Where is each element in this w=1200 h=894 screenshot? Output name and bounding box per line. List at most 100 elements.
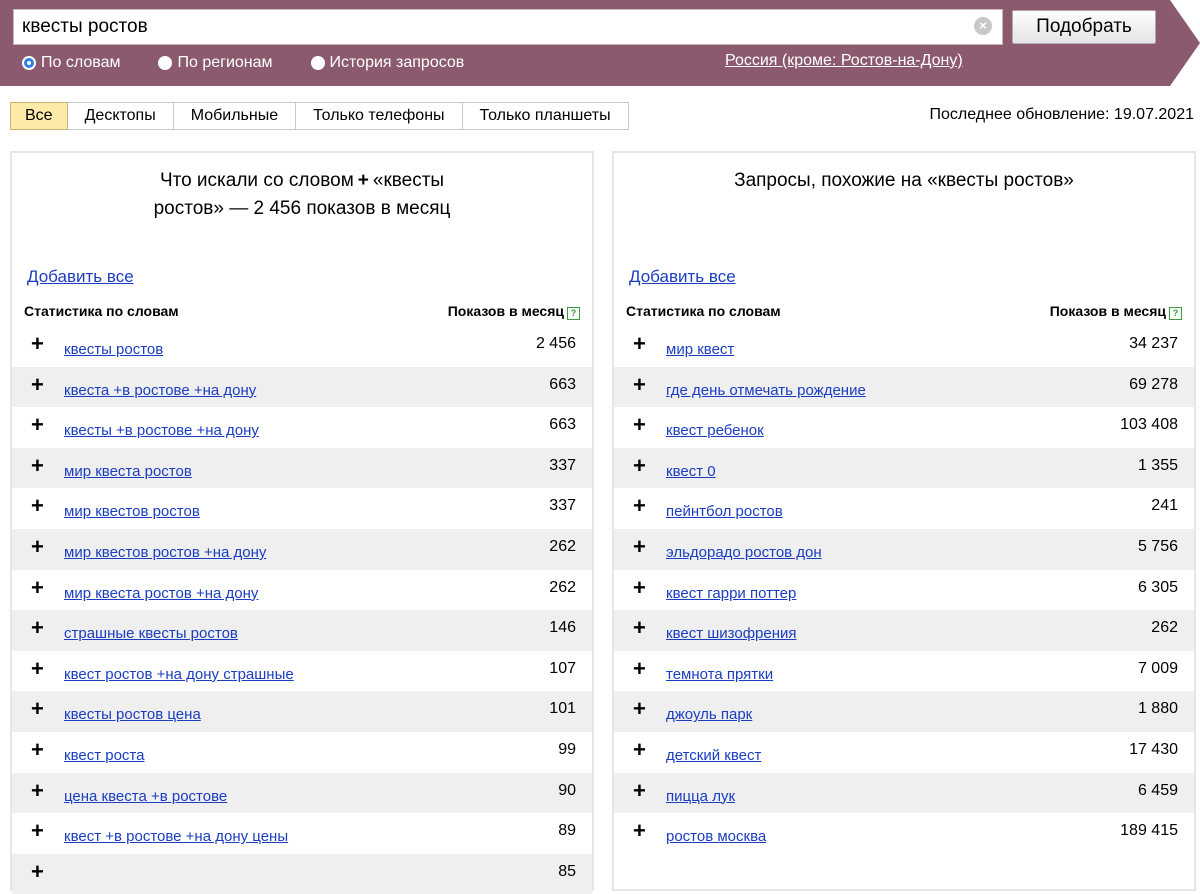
phrase-link[interactable]: квест роста bbox=[64, 747, 144, 764]
search-mode-options: По словам По регионам История запросов bbox=[22, 53, 502, 73]
shows-count: 337 bbox=[549, 456, 576, 474]
table-row: + квест +в ростове +на дону цены 89 bbox=[12, 813, 592, 854]
add-phrase-icon[interactable]: + bbox=[31, 738, 44, 760]
table-row: + квест гарри поттер 6 305 bbox=[614, 570, 1194, 611]
add-phrase-icon[interactable]: + bbox=[633, 414, 646, 436]
phrase-link[interactable]: темнота прятки bbox=[666, 666, 773, 683]
table-row: +85 bbox=[12, 853, 592, 894]
shows-count: 103 408 bbox=[1120, 416, 1178, 434]
shows-count: 189 415 bbox=[1120, 822, 1178, 840]
add-phrase-icon[interactable]: + bbox=[31, 779, 44, 801]
phrase-link[interactable]: мир квестов ростов bbox=[64, 503, 200, 520]
pick-button[interactable]: Подобрать bbox=[1012, 10, 1156, 44]
col-words: Статистика по словам bbox=[24, 303, 179, 319]
phrase-link[interactable]: квест 0 bbox=[666, 463, 716, 480]
tab-all[interactable]: Все bbox=[10, 102, 68, 130]
table-row: + квеста +в ростове +на дону 663 bbox=[12, 366, 592, 408]
add-phrase-icon[interactable]: + bbox=[633, 779, 646, 801]
phrase-link[interactable]: квест +в ростове +на дону цены bbox=[64, 828, 288, 845]
table-row: + квест ростов +на дону страшные 107 bbox=[12, 651, 592, 692]
add-phrase-icon[interactable]: + bbox=[633, 495, 646, 517]
phrase-link[interactable]: квест ростов +на дону страшные bbox=[64, 666, 294, 683]
tab-tablets-only[interactable]: Только планшеты bbox=[462, 102, 629, 130]
phrase-link[interactable]: джоуль парк bbox=[666, 706, 752, 723]
phrase-link[interactable]: пейнтбол ростов bbox=[666, 503, 783, 520]
radio-checked-icon[interactable] bbox=[22, 56, 36, 70]
table-row: + джоуль парк 1 880 bbox=[614, 691, 1194, 732]
phrase-link[interactable]: квест гарри поттер bbox=[666, 585, 796, 602]
table-row: + мир квеста ростов 337 bbox=[12, 447, 592, 489]
shows-count: 6 305 bbox=[1137, 578, 1178, 596]
radio-by-regions[interactable]: По регионам bbox=[158, 53, 273, 73]
phrase-link[interactable]: мир квеста ростов +на дону bbox=[64, 585, 258, 602]
add-phrase-icon[interactable]: + bbox=[633, 820, 646, 842]
add-phrase-icon[interactable]: + bbox=[633, 617, 646, 639]
phrase-link[interactable]: квесты +в ростове +на дону bbox=[64, 422, 259, 439]
phrase-link[interactable]: детский квест bbox=[666, 747, 761, 764]
shows-count: 663 bbox=[549, 416, 576, 434]
add-phrase-icon[interactable]: + bbox=[31, 535, 44, 557]
add-phrase-icon[interactable]: + bbox=[633, 657, 646, 679]
add-phrase-icon[interactable]: + bbox=[633, 454, 646, 476]
shows-count: 7 009 bbox=[1137, 659, 1178, 677]
add-phrase-icon[interactable]: + bbox=[31, 333, 44, 355]
search-header: × Подобрать По словам По регионам Истори… bbox=[0, 0, 1200, 86]
add-phrase-icon[interactable]: + bbox=[633, 738, 646, 760]
table-row: + страшные квесты ростов 146 bbox=[12, 610, 592, 651]
search-input[interactable] bbox=[13, 9, 1003, 45]
table-row: + квесты ростов 2 456 bbox=[12, 326, 592, 367]
left-rows: + квесты ростов 2 456 + квеста +в ростове +н… bbox=[12, 326, 592, 894]
add-phrase-icon[interactable]: + bbox=[633, 698, 646, 720]
add-phrase-icon[interactable]: + bbox=[633, 373, 646, 395]
table-row: + квест шизофрения 262 bbox=[614, 610, 1194, 651]
table-row: + где день отмечать рождение 69 278 bbox=[614, 366, 1194, 408]
add-phrase-icon[interactable]: + bbox=[31, 495, 44, 517]
phrase-link[interactable]: квест ребенок bbox=[666, 422, 764, 439]
shows-count: 241 bbox=[1151, 497, 1178, 515]
radio-unchecked-icon[interactable] bbox=[310, 56, 325, 70]
add-phrase-icon[interactable]: + bbox=[31, 617, 44, 639]
radio-unchecked-icon[interactable] bbox=[158, 56, 173, 70]
shows-count: 5 756 bbox=[1137, 537, 1178, 555]
add-phrase-icon[interactable]: + bbox=[633, 576, 646, 598]
tab-phones-only[interactable]: Только телефоны bbox=[296, 102, 463, 130]
phrase-link[interactable]: мир квестов ростов +на дону bbox=[64, 544, 266, 561]
add-phrase-icon[interactable]: + bbox=[31, 414, 44, 436]
phrase-link[interactable]: квеста +в ростове +на дону bbox=[64, 382, 256, 399]
phrase-link[interactable]: квесты ростов bbox=[64, 341, 163, 358]
region-link[interactable]: Россия (кроме: Ростов-на-Дону) bbox=[725, 52, 963, 70]
add-phrase-icon[interactable]: + bbox=[31, 657, 44, 679]
phrase-link[interactable]: мир квеста ростов bbox=[64, 463, 192, 480]
add-all-link[interactable]: Добавить все bbox=[629, 267, 736, 287]
add-phrase-icon[interactable]: + bbox=[31, 373, 44, 395]
table-row: + квесты +в ростове +на дону 663 bbox=[12, 407, 592, 448]
tab-mobile[interactable]: Мобильные bbox=[173, 102, 297, 130]
tab-desktops[interactable]: Десктопы bbox=[67, 102, 174, 130]
table-row: + ростов москва 189 415 bbox=[614, 813, 1194, 854]
phrase-link[interactable]: эльдорадо ростов дон bbox=[666, 544, 822, 561]
phrase-link[interactable]: цена квеста +в ростове bbox=[64, 788, 227, 805]
phrase-link[interactable]: квесты ростов цена bbox=[64, 706, 201, 723]
phrase-link[interactable]: пицца лук bbox=[666, 788, 735, 805]
phrase-link[interactable]: где день отмечать рождение bbox=[666, 382, 866, 399]
column-headers: Статистика по словам Показов в месяц? bbox=[24, 303, 580, 320]
phrase-link[interactable]: ростов москва bbox=[666, 828, 766, 845]
shows-count: 17 430 bbox=[1129, 740, 1178, 758]
phrase-link[interactable]: мир квест bbox=[666, 341, 734, 358]
add-all-link[interactable]: Добавить все bbox=[27, 267, 134, 287]
add-phrase-icon[interactable]: + bbox=[633, 333, 646, 355]
phrase-link[interactable]: страшные квесты ростов bbox=[64, 625, 238, 642]
radio-by-words[interactable]: По словам bbox=[22, 53, 120, 73]
add-phrase-icon[interactable]: + bbox=[633, 535, 646, 557]
add-phrase-icon[interactable]: + bbox=[31, 576, 44, 598]
clear-icon[interactable]: × bbox=[974, 17, 992, 35]
radio-query-history[interactable]: История запросов bbox=[310, 53, 464, 73]
phrase-link[interactable]: квест шизофрения bbox=[666, 625, 797, 642]
col-shows: Показов в месяц? bbox=[448, 303, 580, 320]
add-phrase-icon[interactable]: + bbox=[31, 860, 44, 882]
help-icon[interactable]: ? bbox=[1169, 307, 1182, 320]
add-phrase-icon[interactable]: + bbox=[31, 698, 44, 720]
help-icon[interactable]: ? bbox=[567, 307, 580, 320]
add-phrase-icon[interactable]: + bbox=[31, 820, 44, 842]
add-phrase-icon[interactable]: + bbox=[31, 454, 44, 476]
